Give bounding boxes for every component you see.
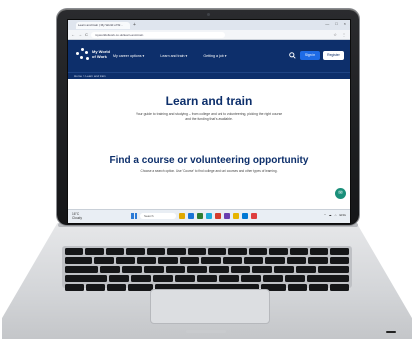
sleep-indicator xyxy=(386,331,396,333)
site-logo[interactable]: My World of Work xyxy=(76,48,112,61)
new-tab-button[interactable]: + xyxy=(133,22,136,28)
close-icon[interactable]: × xyxy=(344,21,346,26)
browser-window: Learn and train | My World of W... + — □… xyxy=(67,19,351,224)
find-heading: Find a course or volunteering opportunit… xyxy=(109,155,309,166)
camera-icon xyxy=(207,13,210,16)
key-row xyxy=(65,257,350,264)
hero-section: Learn and train Your guide to training a… xyxy=(68,79,350,143)
tray-overflow-icon[interactable]: ^ xyxy=(324,213,325,217)
find-section: Find a course or volunteering opportunit… xyxy=(68,143,350,173)
front-notch xyxy=(186,330,226,333)
bookmark-star-icon[interactable]: ☆ xyxy=(333,32,337,37)
register-button[interactable]: Register xyxy=(323,51,344,60)
tab-bar: Learn and train | My World of W... + — □… xyxy=(68,20,350,30)
logo-icon xyxy=(76,48,89,61)
key-row xyxy=(65,266,350,273)
minimize-icon[interactable]: — xyxy=(325,21,329,26)
taskbar-app-icon[interactable] xyxy=(179,213,185,219)
pinned-apps xyxy=(179,213,257,219)
laptop-lid: Learn and train | My World of W... + — □… xyxy=(57,9,359,225)
cloud-icon[interactable]: ☁ xyxy=(329,213,332,217)
maximize-icon[interactable]: □ xyxy=(335,21,337,26)
taskbar-app-icon[interactable] xyxy=(233,213,239,219)
taskbar-app-icon[interactable] xyxy=(251,213,257,219)
windows-start-icon[interactable] xyxy=(131,213,138,219)
address-bar: ← → C myworldofwork.co.uk/learn-and-trai… xyxy=(68,30,350,40)
key-row xyxy=(65,248,349,255)
breadcrumb[interactable]: Home > Learn and train xyxy=(68,72,350,79)
browser-tab[interactable]: Learn and train | My World of W... xyxy=(76,21,130,29)
taskbar-apps: Search xyxy=(131,213,257,219)
site-header: My World of Work My career options ▾ Lea… xyxy=(68,40,350,72)
key-row xyxy=(65,275,349,282)
nav-getting-a-job[interactable]: Getting a job ▾ xyxy=(203,54,226,58)
taskbar-app-icon[interactable] xyxy=(197,213,203,219)
taskbar-app-icon[interactable] xyxy=(206,213,212,219)
taskbar-app-icon[interactable] xyxy=(188,213,194,219)
page-subtitle: Your guide to training and studying – fr… xyxy=(135,112,283,121)
nav-career-options[interactable]: My career options ▾ xyxy=(113,54,144,58)
system-tray: ^ ☁ ⌂ ENG xyxy=(324,213,346,217)
keyboard xyxy=(62,246,352,291)
browser-menu-icon[interactable]: ⋮ xyxy=(342,32,346,37)
sign-in-button[interactable]: Sign in xyxy=(300,51,320,60)
address-bar-actions: ☆ ⋮ xyxy=(333,32,346,37)
taskbar-app-icon[interactable] xyxy=(242,213,248,219)
find-description: Choose a search option. Use 'Course' to … xyxy=(140,169,278,173)
url-input[interactable]: myworldofwork.co.uk/learn-and-train xyxy=(90,31,225,38)
chat-button[interactable]: ✉ xyxy=(335,188,346,199)
trackpad xyxy=(150,289,270,324)
nav-learn-and-train[interactable]: Learn and train ▾ xyxy=(160,54,187,58)
taskbar-search-input[interactable]: Search xyxy=(140,213,176,219)
laptop-photo: Learn and train | My World of W... + — □… xyxy=(0,0,414,349)
back-icon[interactable]: ← xyxy=(71,32,75,37)
main-nav: My career options ▾ Learn and train ▾ Ge… xyxy=(113,54,227,58)
network-icon[interactable]: ⌂ xyxy=(335,213,337,217)
search-icon[interactable] xyxy=(289,52,296,59)
forward-icon[interactable]: → xyxy=(78,32,82,37)
logo-text: My World of Work xyxy=(92,48,110,59)
reload-icon[interactable]: C xyxy=(85,32,88,37)
window-controls: — □ × xyxy=(325,21,346,26)
page-title: Learn and train xyxy=(165,94,253,108)
weather-widget[interactable]: 16°C Cloudy xyxy=(72,212,82,220)
windows-taskbar: 16°C Cloudy Search ^ ☁ ⌂ ENG xyxy=(68,209,350,223)
taskbar-app-icon[interactable] xyxy=(224,213,230,219)
language-indicator[interactable]: ENG xyxy=(339,213,346,217)
taskbar-app-icon[interactable] xyxy=(215,213,221,219)
